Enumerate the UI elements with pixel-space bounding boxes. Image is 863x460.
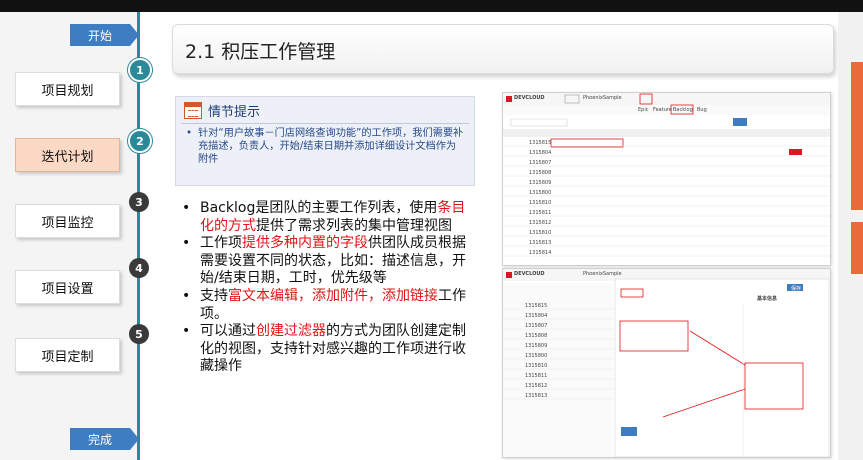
step-project-settings[interactable]: 项目设置 bbox=[15, 270, 120, 304]
brand-label: DEVCLOUD bbox=[514, 271, 545, 277]
step-number-1: 1 bbox=[128, 58, 152, 82]
bullet-item: 可以通过创建过滤器的方式为团队创建定制化的视图，支持针对感兴趣的工作项进行收藏操… bbox=[178, 323, 478, 376]
tab-epic[interactable]: Epic bbox=[638, 107, 648, 113]
row-id: 1315809 bbox=[525, 343, 548, 349]
step-label: 项目监控 bbox=[41, 215, 94, 231]
tip-bullet: • bbox=[186, 128, 193, 139]
tip-header: 情节提示 bbox=[184, 101, 260, 120]
text: 支持 bbox=[200, 287, 228, 304]
row-id: 1315807 bbox=[529, 160, 552, 166]
text: 可以通过 bbox=[200, 323, 256, 340]
step-number-4: 4 bbox=[129, 258, 149, 278]
step-label: 项目规划 bbox=[41, 83, 94, 99]
decor-strip bbox=[851, 62, 863, 210]
tip-box: 情节提示 • 针对“用户故事－门店网络查询功能”的工作项，我们需要补充描述，负责… bbox=[175, 96, 475, 186]
row-id: 1315813 bbox=[529, 240, 552, 246]
tip-text: • 针对“用户故事－门店网络查询功能”的工作项，我们需要补充描述，负责人，开始/… bbox=[186, 127, 466, 166]
step-label: 迭代计划 bbox=[41, 149, 94, 165]
backlog-screenshot-graphic bbox=[503, 93, 830, 257]
step-label: 项目设置 bbox=[41, 281, 94, 297]
tab-bug[interactable]: Bug bbox=[697, 107, 707, 113]
project-label: PhoenixSample bbox=[583, 95, 622, 101]
row-id: 1315808 bbox=[525, 333, 548, 339]
highlight-text: 提供多种内置的字段 bbox=[242, 235, 368, 252]
row-id: 1315804 bbox=[529, 150, 552, 156]
calendar-icon bbox=[184, 102, 202, 119]
step-project-monitoring[interactable]: 项目监控 bbox=[15, 204, 120, 238]
row-id: 1315807 bbox=[525, 323, 548, 329]
tip-title: 情节提示 bbox=[208, 105, 261, 120]
step-project-planning[interactable]: 项目规划 bbox=[15, 72, 120, 106]
text: 提供了需求列表的集中管理视图 bbox=[256, 217, 452, 234]
bullet-item: Backlog是团队的主要工作列表，使用条目化的方式提供了需求列表的集中管理视图 bbox=[178, 200, 478, 235]
work-item-screenshot: DEVCLOUD PhoenixSample 保存 基本信息 1315815 1… bbox=[502, 268, 831, 458]
row-id: 1315812 bbox=[529, 220, 552, 226]
save-button[interactable]: 保存 bbox=[791, 285, 801, 292]
row-id: 1315811 bbox=[529, 210, 552, 216]
work-item-screenshot-graphic bbox=[503, 269, 830, 457]
highlight-text: 富文本编辑，添加附件，添加链接 bbox=[228, 287, 438, 304]
divider bbox=[181, 123, 469, 124]
brand-label: DEVCLOUD bbox=[514, 95, 545, 101]
tab-feature[interactable]: Feature bbox=[653, 107, 672, 113]
page-title: 2.1 积压工作管理 bbox=[185, 41, 336, 63]
highlight-text: 创建过滤器 bbox=[256, 323, 326, 340]
project-label: PhoenixSample bbox=[583, 271, 622, 277]
step-iteration-planning[interactable]: 迭代计划 bbox=[15, 138, 120, 172]
row-id: 1315814 bbox=[529, 250, 552, 256]
step-number-2: 2 bbox=[128, 129, 152, 153]
row-id: 1315804 bbox=[525, 313, 548, 319]
step-project-customization[interactable]: 项目定制 bbox=[15, 338, 120, 372]
top-bar bbox=[0, 0, 863, 12]
row-id: 1315800 bbox=[525, 353, 548, 359]
bullet-list: Backlog是团队的主要工作列表，使用条目化的方式提供了需求列表的集中管理视图… bbox=[178, 200, 478, 376]
row-id: 1315810 bbox=[529, 200, 552, 206]
row-id: 1315810 bbox=[529, 230, 552, 236]
decor-strip bbox=[851, 222, 863, 274]
row-id: 1315809 bbox=[529, 180, 552, 186]
step-label: 项目定制 bbox=[41, 349, 94, 365]
tab-backlog[interactable]: Backlog bbox=[673, 107, 693, 113]
row-id: 1315813 bbox=[525, 393, 548, 399]
step-number-3: 3 bbox=[129, 192, 149, 212]
step-number-5: 5 bbox=[129, 324, 149, 344]
row-id: 1315808 bbox=[529, 170, 552, 176]
end-button[interactable]: 完成 bbox=[70, 428, 139, 450]
text: Backlog是团队的主要工作列表，使用 bbox=[200, 200, 438, 216]
row-id: 1315811 bbox=[525, 373, 548, 379]
row-id: 1315810 bbox=[525, 363, 548, 369]
basic-info-label: 基本信息 bbox=[757, 296, 778, 302]
row-id: 1315815 bbox=[529, 140, 552, 146]
title-box: 2.1 积压工作管理 bbox=[172, 24, 834, 74]
start-button[interactable]: 开始 bbox=[70, 24, 139, 46]
tip-body: 针对“用户故事－门店网络查询功能”的工作项，我们需要补充描述，负责人，开始/结束… bbox=[198, 128, 464, 165]
row-id: 1315815 bbox=[525, 303, 548, 309]
backlog-screenshot: DEVCLOUD PhoenixSample Epic Feature Back… bbox=[502, 92, 831, 266]
row-id: 1315800 bbox=[529, 190, 552, 196]
bullet-item: 工作项提供多种内置的字段供团队成员根据需要设置不同的状态，比如：描述信息，开始/… bbox=[178, 235, 478, 288]
bullet-item: 支持富文本编辑，添加附件，添加链接工作项。 bbox=[178, 288, 478, 323]
text: 工作项 bbox=[200, 235, 242, 252]
row-id: 1315812 bbox=[525, 383, 548, 389]
